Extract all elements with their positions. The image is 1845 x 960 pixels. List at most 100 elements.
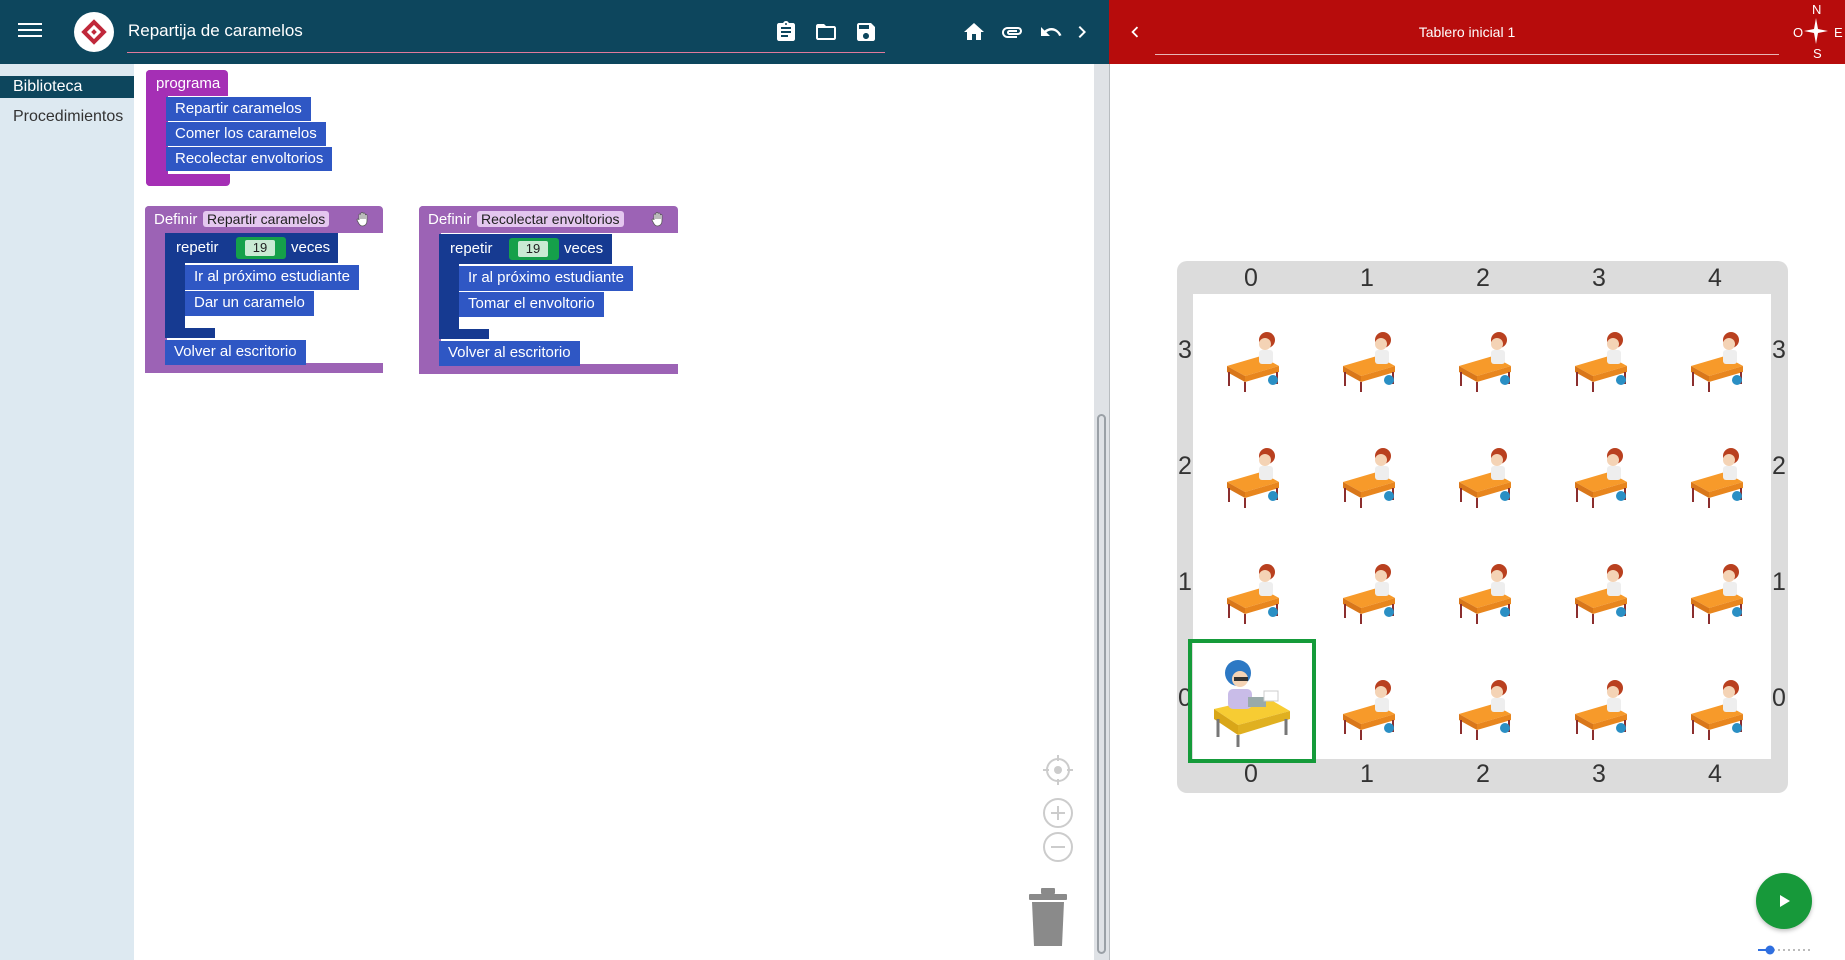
- program-block[interactable]: programa Repartir caramelos Comer los ca…: [146, 70, 346, 190]
- repeat-suffix: veces: [564, 240, 604, 257]
- command-block[interactable]: Ir al próximo estudiante: [459, 266, 633, 291]
- program-hat-label: programa: [156, 75, 221, 92]
- row-label-right: 1: [1772, 568, 1786, 596]
- student-desk-cell: [1425, 642, 1541, 758]
- student-desk-icon: [1343, 564, 1395, 624]
- command-block[interactable]: Ir al próximo estudiante: [185, 265, 359, 290]
- command-block[interactable]: Tomar el envoltorio: [459, 292, 604, 317]
- student-desk-icon: [1575, 564, 1627, 624]
- scrollbar-thumb[interactable]: [1097, 414, 1106, 954]
- column-label-bottom: 0: [1244, 760, 1258, 788]
- chevron-left-icon[interactable]: [1123, 20, 1147, 44]
- app-logo: [74, 12, 114, 52]
- student-desk-cell: [1425, 410, 1541, 526]
- board-selector[interactable]: Tablero inicial 1: [1155, 0, 1779, 55]
- column-label-bottom: 3: [1592, 760, 1606, 788]
- command-block[interactable]: Volver al escritorio: [439, 341, 580, 366]
- clipboard-icon[interactable]: [772, 18, 800, 46]
- define-keyword: Definir: [428, 211, 472, 228]
- play-button[interactable]: [1756, 873, 1812, 929]
- compass-west: O: [1793, 25, 1804, 40]
- row-label-right: 3: [1772, 336, 1786, 364]
- repeat-suffix: veces: [291, 239, 331, 256]
- tab-biblioteca[interactable]: Biblioteca: [0, 76, 134, 98]
- tab-procedimientos[interactable]: Procedimientos: [0, 106, 134, 128]
- procedure-name[interactable]: Recolectar envoltorios: [477, 211, 624, 227]
- menu-icon[interactable]: [18, 20, 42, 44]
- student-desk-icon: [1691, 332, 1743, 392]
- student-desk-icon: [1691, 680, 1743, 740]
- student-desk-cell: [1657, 294, 1773, 410]
- student-desk-icon: [1459, 448, 1511, 508]
- attach-icon[interactable]: [998, 18, 1026, 46]
- home-icon[interactable]: [960, 18, 988, 46]
- define-keyword: Definir: [154, 211, 198, 228]
- row-label-right: 2: [1772, 452, 1786, 480]
- compass-south: S: [1813, 46, 1822, 61]
- column-label-top: 2: [1476, 264, 1490, 292]
- call-block[interactable]: Recolectar envoltorios: [166, 147, 333, 171]
- compass-east: E: [1834, 25, 1843, 40]
- student-desk-icon: [1691, 564, 1743, 624]
- student-desk-cell: [1657, 526, 1773, 642]
- procedure-definition-block[interactable]: Definir Repartir caramelos repetir 19 ve…: [145, 206, 385, 374]
- student-desk-icon: [1227, 332, 1279, 392]
- workspace-scrollbar[interactable]: [1094, 64, 1109, 960]
- call-block[interactable]: Repartir caramelos: [166, 97, 311, 121]
- blocks-workspace[interactable]: programa Repartir caramelos Comer los ca…: [134, 64, 1094, 960]
- row-label-left: 3: [1178, 336, 1192, 364]
- row-label-left: 1: [1178, 568, 1192, 596]
- repeat-label: repetir: [450, 240, 493, 257]
- student-desk-cell: [1541, 642, 1657, 758]
- repeat-count[interactable]: 19: [518, 241, 548, 257]
- column-label-top: 3: [1592, 264, 1606, 292]
- column-label-top: 1: [1360, 264, 1374, 292]
- student-desk-icon: [1575, 680, 1627, 740]
- student-desk-cell: [1309, 410, 1425, 526]
- student-desk-icon: [1459, 680, 1511, 740]
- chevron-right-icon[interactable]: [1068, 18, 1096, 46]
- student-desk-cell: [1425, 526, 1541, 642]
- column-label-bottom: 2: [1476, 760, 1490, 788]
- call-block[interactable]: Comer los caramelos: [166, 122, 326, 146]
- student-desk-icon: [1227, 448, 1279, 508]
- column-label-bottom: 1: [1360, 760, 1374, 788]
- row-label-left: 2: [1178, 452, 1192, 480]
- student-desk-cell: [1309, 294, 1425, 410]
- command-block[interactable]: Volver al escritorio: [165, 340, 306, 365]
- column-label-top: 0: [1244, 264, 1258, 292]
- student-desk-icon: [1459, 332, 1511, 392]
- command-block[interactable]: Dar un caramelo: [185, 291, 314, 316]
- trash-icon[interactable]: [1026, 888, 1070, 948]
- zoom-out-icon[interactable]: [1042, 831, 1074, 863]
- student-desk-cell: [1309, 642, 1425, 758]
- student-desk-cell: [1193, 294, 1309, 410]
- hand-icon: [356, 212, 368, 227]
- column-label-top: 4: [1708, 264, 1722, 292]
- teacher-at-desk-icon: [1214, 660, 1290, 747]
- speed-slider[interactable]: [1758, 942, 1810, 955]
- save-icon[interactable]: [852, 18, 880, 46]
- repeat-count[interactable]: 19: [245, 240, 275, 256]
- undo-icon[interactable]: [1037, 18, 1065, 46]
- player-cell-frame: [1188, 639, 1316, 763]
- row-label-right: 0: [1772, 684, 1786, 712]
- zoom-in-icon[interactable]: [1042, 797, 1074, 829]
- procedure-name[interactable]: Repartir caramelos: [203, 211, 330, 227]
- board-header: Tablero inicial 1 N O E S: [1109, 0, 1845, 64]
- project-title: Repartija de caramelos: [128, 21, 303, 40]
- student-desk-cell: [1541, 526, 1657, 642]
- student-desk-cell: [1193, 410, 1309, 526]
- student-desk-icon: [1575, 448, 1627, 508]
- student-desk-icon: [1343, 680, 1395, 740]
- student-desk-icon: [1459, 564, 1511, 624]
- block-categories-sidebar: Biblioteca Procedimientos: [0, 64, 134, 960]
- editor-header: Repartija de caramelos: [0, 0, 1109, 64]
- student-desk-cell: [1541, 410, 1657, 526]
- recenter-icon[interactable]: [1042, 754, 1074, 786]
- student-desk-icon: [1343, 332, 1395, 392]
- play-icon: [1780, 895, 1790, 907]
- folder-icon[interactable]: [812, 18, 840, 46]
- procedure-definition-block[interactable]: Definir Recolectar envoltorios repetir 1…: [419, 206, 681, 374]
- student-desk-cell: [1657, 642, 1773, 758]
